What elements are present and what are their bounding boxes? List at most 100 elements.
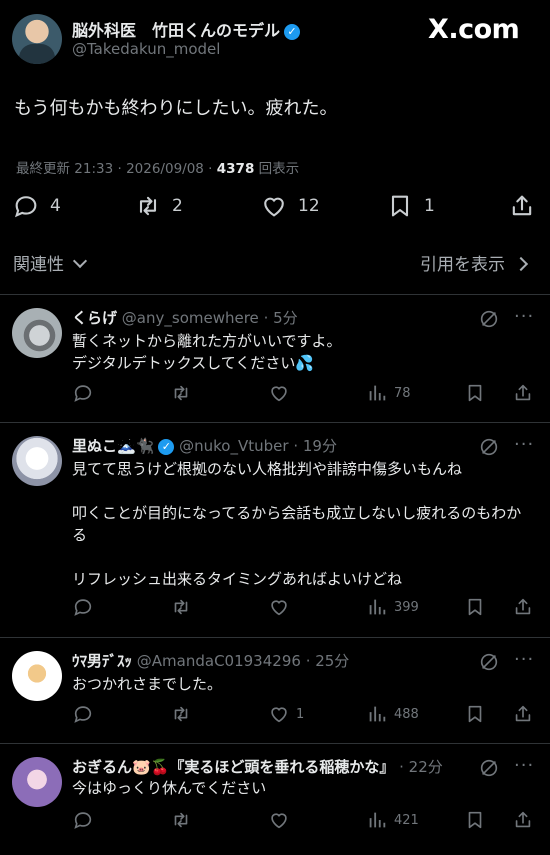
- views-button[interactable]: 421: [366, 809, 419, 831]
- more-options-icon[interactable]: ···: [514, 306, 534, 327]
- views-count: 399: [394, 599, 419, 615]
- reply-time[interactable]: · 5分: [264, 309, 298, 327]
- view-quotes-link[interactable]: 引用を表示: [420, 250, 529, 275]
- repost-button[interactable]: 2: [134, 192, 183, 220]
- more-options-icon[interactable]: ···: [514, 649, 534, 670]
- sort-label: 関連性: [13, 255, 64, 275]
- share-button[interactable]: [512, 809, 534, 831]
- views-button[interactable]: 488: [366, 703, 419, 725]
- grok-icon[interactable]: [478, 651, 500, 673]
- reply-action-bar: 421: [72, 809, 542, 833]
- views-button[interactable]: 78: [366, 382, 411, 404]
- like-count: 12: [298, 196, 320, 216]
- reply-text: 見てて思うけど根拠のない人格批判や誹謗中傷多いもんね 叩くことが目的になってるか…: [72, 460, 522, 588]
- bookmark-button[interactable]: [464, 809, 486, 831]
- post-updated: 最終更新 21:33 · 2026/09/08 ·: [16, 161, 213, 177]
- views-chart-icon: [369, 812, 386, 828]
- reply-button[interactable]: 4: [12, 192, 61, 220]
- reply-author-name[interactable]: おぎるん🐷🍒『実るほど頭を垂れる稲穂かな』: [72, 758, 394, 776]
- author-handle[interactable]: @Takedakun_model: [72, 40, 220, 58]
- heart-icon: [271, 386, 287, 402]
- like-button[interactable]: [268, 809, 296, 831]
- reply-time[interactable]: · 19分: [293, 437, 337, 455]
- author-name[interactable]: 脳外科医 竹田くんのモデル: [72, 21, 280, 40]
- reply-author-name[interactable]: 里ぬこ🗻🐈‍⬛: [72, 437, 154, 455]
- grok-icon[interactable]: [478, 436, 500, 458]
- reply-action-bar: 78: [72, 382, 542, 406]
- post-text: もう何もかも終わりにしたい。疲れた。: [14, 98, 338, 119]
- more-options-icon[interactable]: ···: [514, 434, 534, 455]
- reply-author-handle[interactable]: @any_somewhere: [122, 309, 259, 327]
- repost-icon: [174, 599, 188, 615]
- views-count: 421: [394, 812, 419, 828]
- reply-text: 今はゆっくり休んでください: [72, 779, 267, 797]
- reply-text: おつかれさまでした。: [72, 675, 223, 693]
- share-icon: [515, 384, 531, 401]
- bookmark-button[interactable]: [464, 382, 486, 404]
- like-button[interactable]: [268, 382, 296, 404]
- grok-icon[interactable]: [478, 308, 500, 330]
- views-chart-icon: [369, 706, 386, 722]
- heart-icon: [271, 707, 287, 723]
- verified-badge-icon: ✓: [158, 439, 175, 455]
- reply-button[interactable]: [72, 809, 94, 831]
- reply-item[interactable]: おぎるん🐷🍒『実るほど頭を垂れる稲穂かな』 · 22分 ··· 今はゆっくり休ん…: [0, 743, 550, 855]
- bookmark-button[interactable]: [464, 703, 486, 725]
- bookmark-icon: [468, 705, 482, 723]
- reply-header: ｳﾏ男ﾃﾞｽｯ @AmandaC01934296 · 25分: [72, 650, 349, 671]
- repost-icon: [174, 385, 188, 401]
- reply-author-name[interactable]: ｳﾏ男ﾃﾞｽｯ: [72, 652, 132, 670]
- bookmark-button[interactable]: [464, 596, 486, 618]
- share-icon: [515, 705, 531, 722]
- reply-author-handle[interactable]: @AmandaC01934296: [137, 652, 301, 670]
- heart-icon: [271, 600, 287, 616]
- reply-button[interactable]: [72, 382, 94, 404]
- chevron-right-icon: [514, 256, 529, 272]
- reply-avatar[interactable]: [12, 308, 62, 358]
- chevron-down-icon: [73, 253, 88, 269]
- author-avatar[interactable]: [12, 14, 62, 64]
- share-button[interactable]: [512, 596, 534, 618]
- share-button[interactable]: [508, 192, 536, 220]
- post-views-label: 回表示: [258, 161, 300, 177]
- share-button[interactable]: [512, 382, 534, 404]
- reply-avatar[interactable]: [12, 436, 62, 486]
- reply-button[interactable]: [72, 596, 94, 618]
- repost-button[interactable]: [170, 809, 192, 831]
- views-count: 488: [394, 706, 419, 722]
- reply-button[interactable]: [72, 703, 94, 725]
- like-count: 1: [296, 706, 305, 722]
- more-options-icon[interactable]: ···: [514, 755, 534, 776]
- sort-dropdown[interactable]: 関連性: [13, 250, 88, 275]
- like-button[interactable]: [268, 596, 296, 618]
- bookmark-button[interactable]: 1: [386, 192, 435, 220]
- reply-header: 里ぬこ🗻🐈‍⬛ ✓ @nuko_Vtuber · 19分: [72, 435, 337, 456]
- reply-header: おぎるん🐷🍒『実るほど頭を垂れる稲穂かな』 · 22分: [72, 756, 443, 777]
- repost-icon: [174, 706, 188, 722]
- reply-icon: [74, 385, 92, 402]
- share-button[interactable]: [512, 703, 534, 725]
- reply-avatar[interactable]: [12, 651, 62, 701]
- reply-time[interactable]: · 25分: [306, 652, 350, 670]
- post-meta: 最終更新 21:33 · 2026/09/08 · 4378 回表示: [16, 157, 299, 177]
- grok-icon[interactable]: [478, 757, 500, 779]
- reply-item[interactable]: くらげ @any_somewhere · 5分 ··· 暫くネットから離れた方が…: [0, 294, 550, 422]
- repost-button[interactable]: [170, 596, 192, 618]
- share-icon: [515, 811, 531, 828]
- repost-button[interactable]: [170, 382, 192, 404]
- reply-author-name[interactable]: くらげ: [72, 309, 117, 327]
- reply-text: 暫くネットから離れた方がいいですよ。 デジタルデトックスしてください💦: [72, 332, 342, 372]
- reply-time[interactable]: · 22分: [399, 758, 443, 776]
- like-button[interactable]: 12: [260, 192, 320, 220]
- reply-author-handle[interactable]: @nuko_Vtuber: [179, 437, 288, 455]
- repost-button[interactable]: [170, 703, 192, 725]
- reply-item[interactable]: ｳﾏ男ﾃﾞｽｯ @AmandaC01934296 · 25分 ··· おつかれさ…: [0, 637, 550, 743]
- like-button[interactable]: 1: [268, 703, 304, 725]
- heart-icon: [264, 197, 284, 217]
- reply-avatar[interactable]: [12, 757, 62, 807]
- author-name-row[interactable]: 脳外科医 竹田くんのモデル ✓: [72, 17, 301, 41]
- reply-item[interactable]: 里ぬこ🗻🐈‍⬛ ✓ @nuko_Vtuber · 19分 ··· 見てて思うけど根…: [0, 422, 550, 636]
- reply-header: くらげ @any_somewhere · 5分: [72, 307, 298, 328]
- views-button[interactable]: 399: [366, 596, 419, 618]
- view-quotes-label: 引用を表示: [420, 255, 505, 275]
